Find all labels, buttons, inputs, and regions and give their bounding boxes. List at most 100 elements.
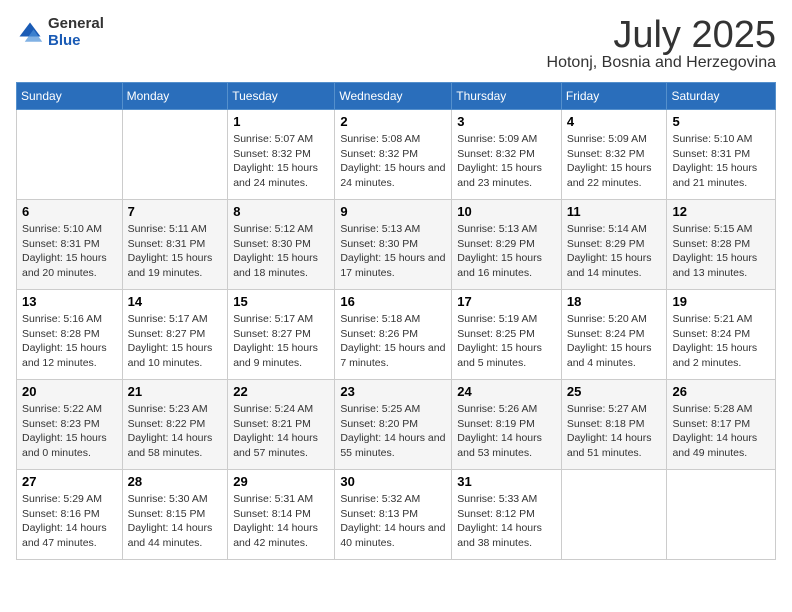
- day-info: Sunrise: 5:09 AM Sunset: 8:32 PM Dayligh…: [567, 132, 662, 191]
- day-info: Sunrise: 5:13 AM Sunset: 8:29 PM Dayligh…: [457, 222, 556, 281]
- day-number: 25: [567, 384, 662, 399]
- day-number: 2: [340, 114, 446, 129]
- calendar-cell: 26Sunrise: 5:28 AM Sunset: 8:17 PM Dayli…: [667, 380, 776, 470]
- day-info: Sunrise: 5:21 AM Sunset: 8:24 PM Dayligh…: [672, 312, 770, 371]
- calendar-cell: 27Sunrise: 5:29 AM Sunset: 8:16 PM Dayli…: [17, 470, 123, 560]
- calendar-cell: 21 Sunrise: 5:23 AM Sunset: 8:22 PM Dayli…: [122, 380, 228, 470]
- day-info: Sunrise: 5:16 AM Sunset: 8:28 PM Dayligh…: [22, 312, 117, 371]
- calendar-week-row: 27Sunrise: 5:29 AM Sunset: 8:16 PM Dayli…: [17, 470, 776, 560]
- day-info: Sunrise: 5:10 AM Sunset: 8:31 PM Dayligh…: [22, 222, 117, 281]
- calendar-cell: [17, 110, 123, 200]
- day-number: 18: [567, 294, 662, 309]
- day-number: 12: [672, 204, 770, 219]
- calendar-cell: 6 Sunrise: 5:10 AM Sunset: 8:31 PM Daylig…: [17, 200, 123, 290]
- calendar-cell: 8 Sunrise: 5:12 AM Sunset: 8:30 PM Daylig…: [228, 200, 335, 290]
- day-info: Sunrise: 5:26 AM Sunset: 8:19 PM Dayligh…: [457, 402, 556, 461]
- calendar-week-row: 1Sunrise: 5:07 AM Sunset: 8:32 PM Daylig…: [17, 110, 776, 200]
- day-info: Sunrise: 5:15 AM Sunset: 8:28 PM Dayligh…: [672, 222, 770, 281]
- day-number: 5: [672, 114, 770, 129]
- title-area: July 2025 Hotonj, Bosnia and Herzegovina: [547, 16, 776, 72]
- day-number: 30: [340, 474, 446, 489]
- logo: General Blue: [16, 16, 104, 49]
- day-number: 24: [457, 384, 556, 399]
- day-number: 29: [233, 474, 329, 489]
- calendar-cell: 4 Sunrise: 5:09 AM Sunset: 8:32 PM Daylig…: [561, 110, 667, 200]
- day-info: Sunrise: 5:19 AM Sunset: 8:25 PM Dayligh…: [457, 312, 556, 371]
- day-info: Sunrise: 5:22 AM Sunset: 8:23 PM Dayligh…: [22, 402, 117, 461]
- day-info: Sunrise: 5:11 AM Sunset: 8:31 PM Dayligh…: [128, 222, 223, 281]
- day-number: 4: [567, 114, 662, 129]
- logo-blue-text: Blue: [48, 33, 104, 50]
- calendar-cell: 2Sunrise: 5:08 AM Sunset: 8:32 PM Daylig…: [335, 110, 452, 200]
- day-info: Sunrise: 5:09 AM Sunset: 8:32 PM Dayligh…: [457, 132, 556, 191]
- day-info: Sunrise: 5:13 AM Sunset: 8:30 PM Dayligh…: [340, 222, 446, 281]
- calendar-cell: 22 Sunrise: 5:24 AM Sunset: 8:21 PM Dayli…: [228, 380, 335, 470]
- logo-icon: [16, 19, 44, 47]
- calendar-cell: 12 Sunrise: 5:15 AM Sunset: 8:28 PM Dayli…: [667, 200, 776, 290]
- day-info: Sunrise: 5:23 AM Sunset: 8:22 PM Dayligh…: [128, 402, 223, 461]
- day-number: 31: [457, 474, 556, 489]
- day-info: Sunrise: 5:31 AM Sunset: 8:14 PM Dayligh…: [233, 492, 329, 551]
- day-info: Sunrise: 5:29 AM Sunset: 8:16 PM Dayligh…: [22, 492, 117, 551]
- day-info: Sunrise: 5:32 AM Sunset: 8:13 PM Dayligh…: [340, 492, 446, 551]
- calendar-cell: 17 Sunrise: 5:19 AM Sunset: 8:25 PM Dayli…: [452, 290, 562, 380]
- calendar-cell: 3 Sunrise: 5:09 AM Sunset: 8:32 PM Daylig…: [452, 110, 562, 200]
- day-info: Sunrise: 5:10 AM Sunset: 8:31 PM Dayligh…: [672, 132, 770, 191]
- day-info: Sunrise: 5:17 AM Sunset: 8:27 PM Dayligh…: [233, 312, 329, 371]
- calendar-cell: [122, 110, 228, 200]
- day-number: 3: [457, 114, 556, 129]
- calendar-cell: 30 Sunrise: 5:32 AM Sunset: 8:13 PM Dayli…: [335, 470, 452, 560]
- day-info: Sunrise: 5:30 AM Sunset: 8:15 PM Dayligh…: [128, 492, 223, 551]
- calendar-cell: [561, 470, 667, 560]
- day-info: Sunrise: 5:20 AM Sunset: 8:24 PM Dayligh…: [567, 312, 662, 371]
- calendar-cell: 9Sunrise: 5:13 AM Sunset: 8:30 PM Daylig…: [335, 200, 452, 290]
- calendar-cell: 29 Sunrise: 5:31 AM Sunset: 8:14 PM Dayli…: [228, 470, 335, 560]
- day-number: 20: [22, 384, 117, 399]
- calendar-cell: 16Sunrise: 5:18 AM Sunset: 8:26 PM Dayli…: [335, 290, 452, 380]
- day-info: Sunrise: 5:25 AM Sunset: 8:20 PM Dayligh…: [340, 402, 446, 461]
- calendar-cell: 28 Sunrise: 5:30 AM Sunset: 8:15 PM Dayli…: [122, 470, 228, 560]
- calendar-cell: 13Sunrise: 5:16 AM Sunset: 8:28 PM Dayli…: [17, 290, 123, 380]
- day-info: Sunrise: 5:12 AM Sunset: 8:30 PM Dayligh…: [233, 222, 329, 281]
- day-number: 6: [22, 204, 117, 219]
- day-number: 28: [128, 474, 223, 489]
- header-sunday: Sunday: [17, 83, 123, 110]
- day-number: 8: [233, 204, 329, 219]
- day-number: 21: [128, 384, 223, 399]
- location-title: Hotonj, Bosnia and Herzegovina: [547, 54, 776, 72]
- day-info: Sunrise: 5:33 AM Sunset: 8:12 PM Dayligh…: [457, 492, 556, 551]
- calendar-cell: 7Sunrise: 5:11 AM Sunset: 8:31 PM Daylig…: [122, 200, 228, 290]
- header-wednesday: Wednesday: [335, 83, 452, 110]
- logo-general-text: General: [48, 16, 104, 33]
- day-number: 10: [457, 204, 556, 219]
- month-title: July 2025: [547, 16, 776, 54]
- calendar-cell: 20 Sunrise: 5:22 AM Sunset: 8:23 PM Dayli…: [17, 380, 123, 470]
- calendar-week-row: 20 Sunrise: 5:22 AM Sunset: 8:23 PM Dayli…: [17, 380, 776, 470]
- header-thursday: Thursday: [452, 83, 562, 110]
- day-info: Sunrise: 5:07 AM Sunset: 8:32 PM Dayligh…: [233, 132, 329, 191]
- logo-text: General Blue: [48, 16, 104, 49]
- day-info: Sunrise: 5:17 AM Sunset: 8:27 PM Dayligh…: [128, 312, 223, 371]
- day-number: 17: [457, 294, 556, 309]
- header-saturday: Saturday: [667, 83, 776, 110]
- day-number: 23: [340, 384, 446, 399]
- calendar-cell: 24 Sunrise: 5:26 AM Sunset: 8:19 PM Dayli…: [452, 380, 562, 470]
- calendar-cell: 31 Sunrise: 5:33 AM Sunset: 8:12 PM Dayli…: [452, 470, 562, 560]
- header-tuesday: Tuesday: [228, 83, 335, 110]
- day-info: Sunrise: 5:27 AM Sunset: 8:18 PM Dayligh…: [567, 402, 662, 461]
- calendar-cell: 19 Sunrise: 5:21 AM Sunset: 8:24 PM Dayli…: [667, 290, 776, 380]
- day-number: 19: [672, 294, 770, 309]
- calendar-cell: 15Sunrise: 5:17 AM Sunset: 8:27 PM Dayli…: [228, 290, 335, 380]
- calendar-cell: 5 Sunrise: 5:10 AM Sunset: 8:31 PM Daylig…: [667, 110, 776, 200]
- header-monday: Monday: [122, 83, 228, 110]
- page-header: General Blue July 2025 Hotonj, Bosnia an…: [16, 16, 776, 72]
- day-info: Sunrise: 5:24 AM Sunset: 8:21 PM Dayligh…: [233, 402, 329, 461]
- day-number: 16: [340, 294, 446, 309]
- day-number: 11: [567, 204, 662, 219]
- calendar-week-row: 13Sunrise: 5:16 AM Sunset: 8:28 PM Dayli…: [17, 290, 776, 380]
- calendar-cell: 11Sunrise: 5:14 AM Sunset: 8:29 PM Dayli…: [561, 200, 667, 290]
- calendar-cell: 23 Sunrise: 5:25 AM Sunset: 8:20 PM Dayli…: [335, 380, 452, 470]
- day-number: 22: [233, 384, 329, 399]
- calendar-header-row: SundayMondayTuesdayWednesdayThursdayFrid…: [17, 83, 776, 110]
- calendar-cell: [667, 470, 776, 560]
